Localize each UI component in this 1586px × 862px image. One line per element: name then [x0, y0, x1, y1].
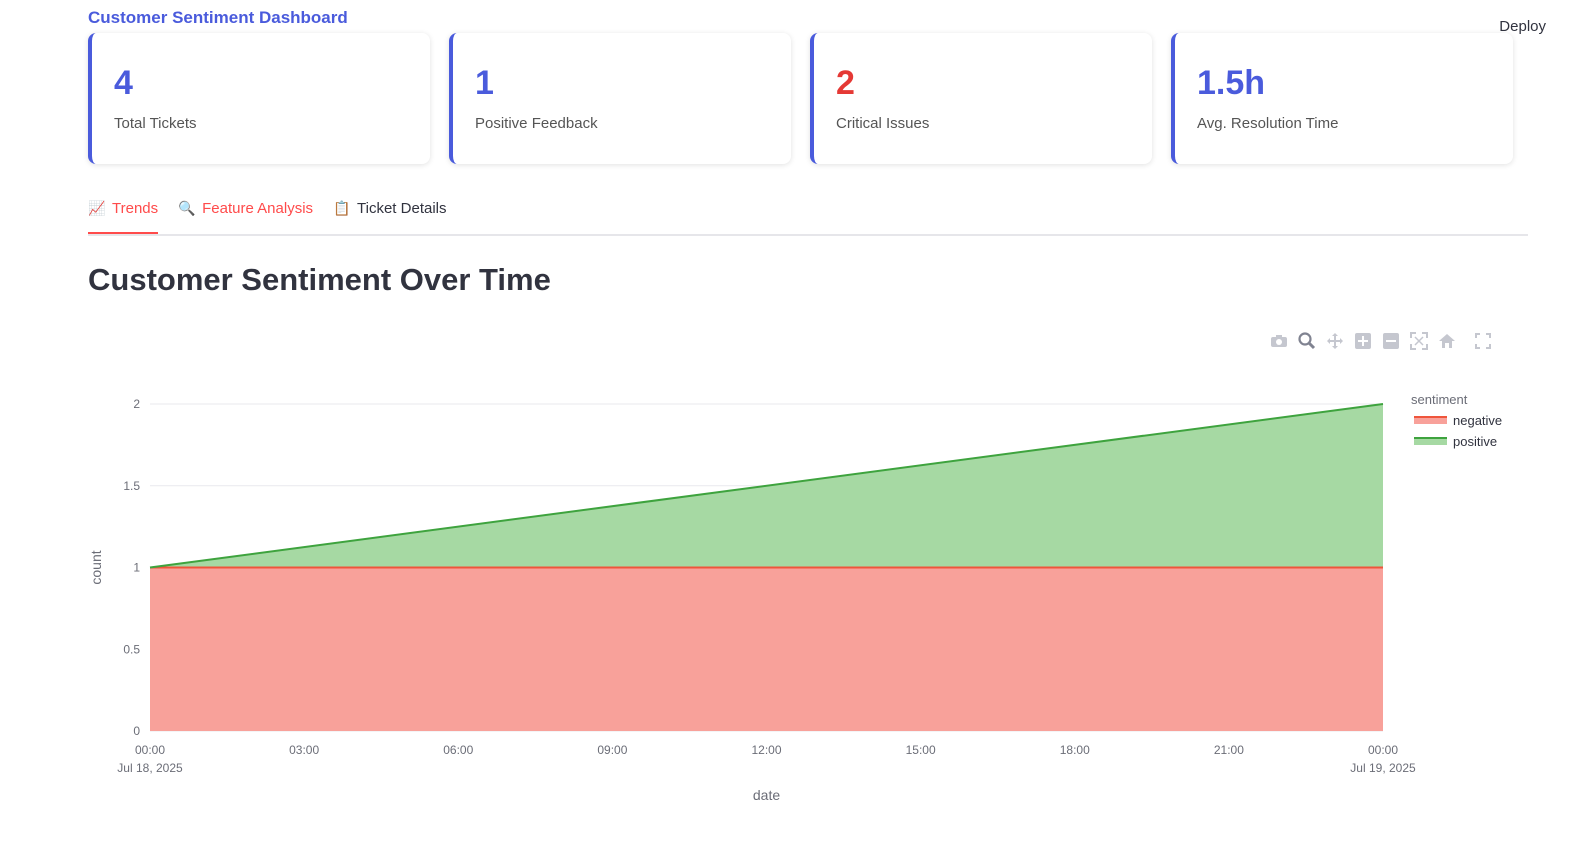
y-axis-title: count	[88, 550, 104, 584]
y-tick-label: 1.5	[123, 479, 140, 493]
legend-label-positive: positive	[1453, 434, 1497, 449]
zoom-in-icon[interactable]	[1352, 330, 1374, 352]
y-tick-label: 1	[133, 561, 140, 575]
y-tick-label: 0.5	[123, 642, 140, 656]
sentiment-area-chart[interactable]: 0 0.5 1 1.5 2 00:00 Jul 18, 2025 03:00 06:00 09:0…	[0, 370, 1586, 820]
x-tick-label: 21:00	[1214, 743, 1244, 757]
tab-label: Feature Analysis	[202, 200, 314, 217]
area-negative	[150, 567, 1383, 731]
metric-label: Critical Issues	[836, 115, 930, 132]
y-tick-label: 0	[133, 724, 140, 738]
zoom-out-icon[interactable]	[1380, 330, 1402, 352]
y-tick-label: 2	[133, 397, 140, 411]
x-tick-label: 15:00	[906, 743, 936, 757]
pan-icon[interactable]	[1324, 330, 1346, 352]
legend-label-negative: negative	[1453, 413, 1502, 428]
x-tick-label: 09:00	[597, 743, 627, 757]
tab-bar: 📈 Trends 🔍 Feature Analysis 📋 Ticket Det…	[88, 196, 1528, 236]
metric-value: 1.5h	[1197, 64, 1266, 102]
reset-axes-icon[interactable]	[1436, 330, 1458, 352]
metric-label: Avg. Resolution Time	[1197, 115, 1339, 132]
section-title: Customer Sentiment Over Time	[88, 262, 551, 297]
x-tick-label: 00:00	[135, 743, 165, 757]
zoom-icon[interactable]	[1296, 330, 1318, 352]
dashboard-title: Customer Sentiment Dashboard	[88, 8, 348, 27]
x-tick-label: 18:00	[1060, 743, 1090, 757]
tab-feature-analysis[interactable]: 🔍 Feature Analysis	[178, 196, 313, 230]
metric-value: 1	[475, 64, 494, 102]
x-tick-date-label: Jul 18, 2025	[117, 761, 183, 775]
tab-label: Trends	[112, 200, 159, 217]
autoscale-icon[interactable]	[1408, 330, 1430, 352]
metric-card-avg-resolution-time: 1.5h Avg. Resolution Time	[1171, 33, 1513, 164]
metric-card-critical-issues: 2 Critical Issues	[810, 33, 1152, 164]
legend-swatch-positive	[1414, 438, 1447, 445]
tab-ticket-details[interactable]: 📋 Ticket Details	[333, 196, 446, 230]
metric-value: 4	[114, 64, 133, 102]
x-tick-label: 03:00	[289, 743, 319, 757]
x-tick-date-label: Jul 19, 2025	[1350, 761, 1416, 775]
x-tick-label: 06:00	[443, 743, 473, 757]
tab-trends[interactable]: 📈 Trends	[88, 196, 159, 234]
chart-increasing-icon: 📈	[88, 200, 106, 216]
metric-card-positive-feedback: 1 Positive Feedback	[449, 33, 791, 164]
metric-cards: 4 Total Tickets 1 Positive Feedback 2 Cr…	[88, 33, 1528, 164]
tab-label: Ticket Details	[357, 200, 447, 217]
x-tick-label: 00:00	[1368, 743, 1398, 757]
legend-swatch-negative	[1414, 417, 1447, 424]
metric-label: Positive Feedback	[475, 115, 598, 132]
x-axis-title: date	[753, 787, 780, 803]
metric-value: 2	[836, 64, 855, 102]
fullscreen-icon[interactable]	[1472, 330, 1494, 352]
magnifier-icon: 🔍	[178, 200, 196, 216]
camera-icon[interactable]	[1268, 330, 1290, 352]
x-tick-label: 12:00	[751, 743, 781, 757]
clipboard-icon: 📋	[333, 200, 351, 216]
metric-label: Total Tickets	[114, 115, 197, 132]
metric-card-total-tickets: 4 Total Tickets	[88, 33, 430, 164]
legend-title: sentiment	[1411, 392, 1468, 407]
chart-modebar	[1268, 330, 1494, 352]
